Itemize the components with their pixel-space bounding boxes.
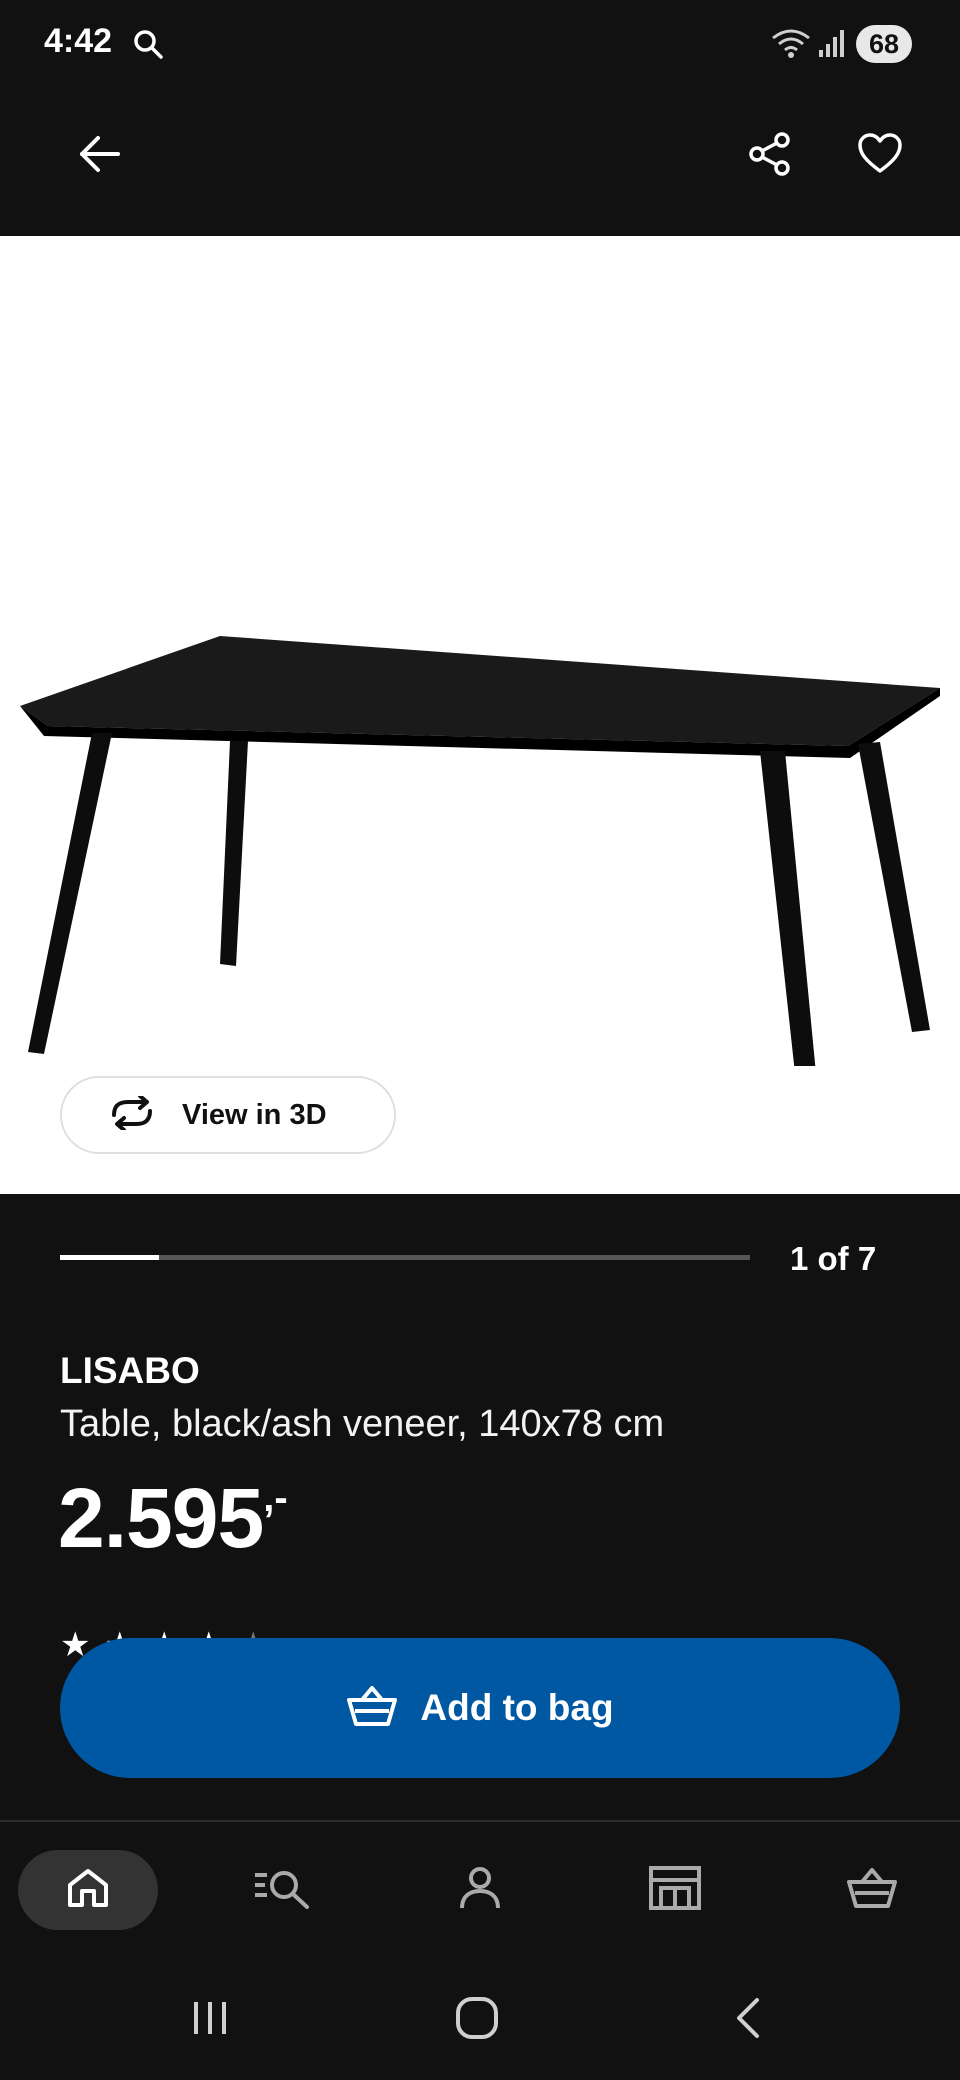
- bottom-navigation: [0, 1822, 960, 1962]
- nav-home[interactable]: [18, 1850, 158, 1930]
- gallery-progress-fill: [60, 1255, 159, 1260]
- status-time: 4:42: [44, 22, 113, 60]
- home-circle-icon: [454, 1995, 500, 2046]
- recent-apps-icon: [190, 1998, 230, 2043]
- back-button[interactable]: [60, 116, 140, 196]
- product-image-gallery[interactable]: View in 3D: [0, 236, 960, 1194]
- wifi-icon: [770, 26, 812, 65]
- shopping-bag-icon: [846, 1866, 898, 1915]
- system-back-icon: [733, 1996, 763, 2045]
- price-value: 2.595: [58, 1471, 264, 1565]
- add-to-bag-button[interactable]: Add to bag: [60, 1638, 900, 1778]
- app-bar: [0, 90, 960, 236]
- profile-icon: [458, 1866, 502, 1915]
- recent-apps-button[interactable]: [170, 1990, 250, 2050]
- system-home-button[interactable]: [437, 1990, 517, 2050]
- product-description: Table, black/ash veneer, 140x78 cm: [60, 1403, 665, 1445]
- add-to-bag-label: Add to bag: [420, 1687, 614, 1728]
- product-price: 2.595,-: [58, 1470, 288, 1567]
- view-in-3d-button[interactable]: View in 3D: [60, 1076, 396, 1154]
- share-button[interactable]: [730, 116, 810, 196]
- arrow-left-icon: [78, 134, 122, 179]
- system-navigation-bar: [0, 1962, 960, 2080]
- signal-icon: [818, 28, 846, 63]
- nav-shopping-bag[interactable]: [802, 1850, 942, 1930]
- product-screen: 4:42 68 View in 3D 1 of 7 LISABO Table, …: [0, 0, 960, 2080]
- search-icon: [132, 28, 164, 65]
- view-in-3d-label: View in 3D: [182, 1098, 327, 1131]
- nav-stores[interactable]: [605, 1850, 745, 1930]
- nav-search[interactable]: [212, 1850, 352, 1930]
- battery-indicator: 68: [856, 25, 912, 63]
- heart-icon: [857, 132, 903, 180]
- system-back-button[interactable]: [708, 1990, 788, 2050]
- home-icon: [66, 1867, 110, 1914]
- status-bar: 4:42 68: [0, 0, 960, 90]
- gallery-progress-bar: [60, 1255, 750, 1260]
- search-list-icon: [253, 1867, 311, 1914]
- product-image: [20, 636, 940, 1066]
- product-name: LISABO: [60, 1350, 200, 1391]
- nav-profile[interactable]: [410, 1850, 550, 1930]
- share-icon: [747, 131, 793, 182]
- rotate-3d-icon: [106, 1093, 158, 1135]
- favorite-button[interactable]: [840, 116, 920, 196]
- shopping-bag-icon: [346, 1684, 398, 1733]
- store-icon: [649, 1865, 701, 1915]
- price-suffix: ,-: [263, 1476, 288, 1520]
- gallery-position-text: 1 of 7: [790, 1240, 877, 1277]
